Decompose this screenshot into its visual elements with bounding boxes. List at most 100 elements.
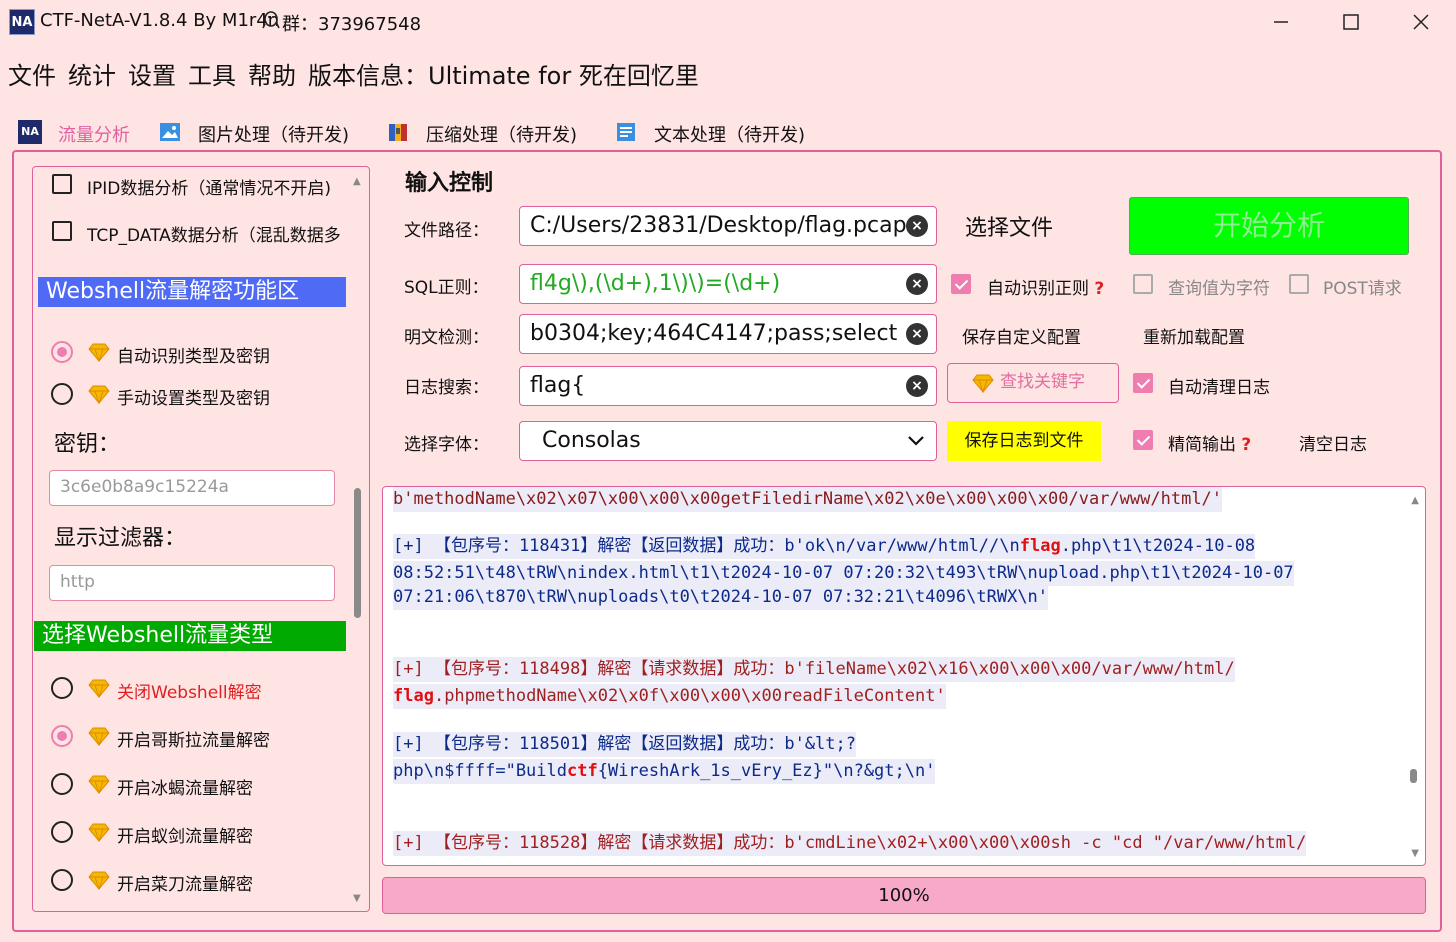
save-log-button[interactable]: 保存日志到文件 bbox=[947, 421, 1101, 461]
tab-text-processing[interactable]: 文本处理（待开发) bbox=[614, 118, 824, 150]
log-line: php\n$ffff="Buildctf{WireshArk_1s_vEry_E… bbox=[393, 759, 936, 784]
plaintext-detect-input[interactable]: b0304;key;464C4147;pass;select × bbox=[519, 314, 937, 354]
maximize-icon[interactable] bbox=[1336, 8, 1366, 36]
query-char-checkbox[interactable] bbox=[1133, 274, 1153, 294]
webshell-off-radio[interactable] bbox=[51, 677, 73, 699]
scroll-down-arrow-icon[interactable]: ▼ bbox=[1411, 848, 1419, 859]
file-path-label: 文件路径： bbox=[404, 221, 489, 241]
auto-clear-log-label: 自动清理日志 bbox=[1168, 378, 1270, 398]
compact-output-checkbox[interactable] bbox=[1133, 430, 1153, 450]
tab-image-processing[interactable]: 图片处理（待开发) bbox=[158, 118, 358, 150]
key-title: 密钥： bbox=[54, 432, 121, 457]
plaintext-detect-value: b0304;key;464C4147;pass;select bbox=[530, 321, 898, 346]
clear-icon[interactable]: × bbox=[906, 323, 928, 345]
behinder-radio[interactable] bbox=[51, 773, 73, 795]
manual-set-radio[interactable] bbox=[51, 383, 73, 405]
log-line: 07:21:06\t870\tRW\nuploads\t0\t2024-10-0… bbox=[393, 585, 1049, 610]
close-icon[interactable] bbox=[1406, 8, 1436, 36]
save-config-button[interactable]: 保存自定义配置 bbox=[962, 323, 1081, 348]
compact-output-label: 精简输出 ? bbox=[1168, 435, 1252, 455]
diamond-icon bbox=[88, 775, 110, 794]
log-line: b'methodName\x02\x07\x00\x00\x00getFiled… bbox=[393, 487, 1223, 512]
tcp-data-analysis-checkbox[interactable] bbox=[52, 221, 72, 241]
app-logo: NA bbox=[9, 9, 35, 35]
reload-config-button[interactable]: 重新加载配置 bbox=[1143, 323, 1245, 348]
key-input[interactable]: 3c6e0b8a9c15224a bbox=[49, 470, 335, 506]
clear-icon[interactable]: × bbox=[906, 375, 928, 397]
log-line: [+] 【包序号：118528】解密【请求数据】成功：b'cmdLine\x02… bbox=[393, 831, 1307, 856]
ipid-analysis-checkbox[interactable] bbox=[52, 174, 72, 194]
scroll-thumb[interactable] bbox=[354, 488, 361, 618]
input-control-heading: 输入控制 bbox=[405, 171, 494, 196]
qq-penguin-icon bbox=[262, 11, 280, 29]
progress-text: 100% bbox=[878, 885, 930, 906]
font-select[interactable]: Consolas bbox=[519, 421, 937, 461]
font-select-label: 选择字体： bbox=[404, 435, 489, 455]
sql-regex-input[interactable]: fl4g\),(\d+),1\)\)=(\d+) × bbox=[519, 264, 937, 304]
menu-settings[interactable]: 设置 bbox=[128, 56, 176, 91]
clear-icon[interactable]: × bbox=[906, 273, 928, 295]
help-icon[interactable]: ? bbox=[1241, 435, 1251, 455]
display-filter-input[interactable]: http bbox=[49, 565, 335, 601]
log-output[interactable]: b'methodName\x02\x07\x00\x00\x00getFiled… bbox=[382, 486, 1426, 866]
menu-version-info[interactable]: 版本信息：Ultimate for 死在回忆里 bbox=[308, 56, 699, 91]
diamond-icon bbox=[88, 823, 110, 842]
log-scroll-thumb[interactable] bbox=[1410, 769, 1417, 783]
menu-file[interactable]: 文件 bbox=[8, 56, 56, 91]
behinder-label: 开启冰蝎流量解密 bbox=[117, 779, 253, 799]
tcp-data-analysis-label: TCP_DATA数据分析（混乱数据多 bbox=[87, 226, 341, 246]
query-char-label: 查询值为字符 bbox=[1168, 279, 1270, 299]
plaintext-detect-label: 明文检测： bbox=[404, 328, 489, 348]
left-panel-scrollbar[interactable]: ▲ ▼ bbox=[350, 170, 366, 910]
minimize-icon[interactable] bbox=[1266, 8, 1296, 36]
auto-detect-radio[interactable] bbox=[51, 341, 73, 363]
chopper-radio[interactable] bbox=[51, 869, 73, 891]
tab-traffic-analysis[interactable]: NA 流量分析 bbox=[18, 118, 130, 154]
tab-archive-processing[interactable]: 压缩处理（待开发) bbox=[386, 118, 596, 150]
diamond-icon bbox=[88, 871, 110, 890]
auto-clear-log-checkbox[interactable] bbox=[1133, 373, 1153, 393]
diamond-icon bbox=[972, 374, 994, 393]
post-request-label: POST请求 bbox=[1323, 279, 1402, 299]
choose-file-button[interactable]: 选择文件 bbox=[965, 210, 1053, 242]
font-select-value: Consolas bbox=[542, 428, 641, 453]
log-line: flag.phpmethodName\x02\x0f\x00\x00\x00re… bbox=[393, 684, 946, 709]
find-keyword-button[interactable]: 查找关键字 bbox=[947, 363, 1119, 403]
godzilla-radio[interactable] bbox=[51, 725, 73, 747]
sql-regex-value: fl4g\),(\d+),1\)\)=(\d+) bbox=[530, 271, 781, 296]
post-request-checkbox[interactable] bbox=[1289, 274, 1309, 294]
diamond-icon bbox=[88, 727, 110, 746]
file-path-input[interactable]: C:/Users/23831/Desktop/flag.pcap × bbox=[519, 206, 937, 246]
scroll-up-arrow-icon[interactable]: ▲ bbox=[353, 176, 361, 187]
qq-group-text: 群：373967548 bbox=[282, 14, 422, 35]
start-analysis-button[interactable]: 开始分析 bbox=[1129, 197, 1409, 255]
help-icon[interactable]: ? bbox=[1094, 279, 1104, 299]
na-logo-icon: NA bbox=[18, 120, 42, 144]
scroll-down-arrow-icon[interactable]: ▼ bbox=[353, 893, 361, 904]
sql-regex-label: SQL正则： bbox=[404, 278, 489, 298]
clear-icon[interactable]: × bbox=[906, 215, 928, 237]
log-search-input[interactable]: flag{ × bbox=[519, 366, 937, 406]
image-icon bbox=[160, 123, 180, 141]
antsword-radio[interactable] bbox=[51, 821, 73, 843]
log-line: [+] 【包序号：118431】解密【返回数据】成功：b'ok\n/var/ww… bbox=[393, 534, 1256, 559]
log-search-label: 日志搜索： bbox=[404, 378, 489, 398]
webshell-type-section-header: 选择Webshell流量类型 bbox=[34, 621, 346, 651]
menu-stats[interactable]: 统计 bbox=[68, 56, 116, 91]
auto-detect-label: 自动识别类型及密钥 bbox=[117, 347, 270, 367]
menu-tools[interactable]: 工具 bbox=[188, 56, 236, 91]
diamond-icon bbox=[88, 679, 110, 698]
log-line: 08:52:51\t48\tRW\nindex.html\t1\t2024-10… bbox=[393, 561, 1294, 586]
archive-icon bbox=[389, 124, 407, 141]
ipid-analysis-label: IPID数据分析（通常情况不开启) bbox=[87, 179, 332, 199]
auto-regex-checkbox[interactable] bbox=[951, 274, 971, 294]
chopper-label: 开启菜刀流量解密 bbox=[117, 875, 253, 895]
manual-set-label: 手动设置类型及密钥 bbox=[117, 389, 270, 409]
clear-log-button[interactable]: 清空日志 bbox=[1299, 430, 1367, 455]
log-line: [+] 【包序号：118498】解密【请求数据】成功：b'fileName\x0… bbox=[393, 657, 1235, 682]
log-line: [+] 【包序号：118501】解密【返回数据】成功：b'&lt;? bbox=[393, 732, 856, 757]
menu-help[interactable]: 帮助 bbox=[248, 56, 296, 91]
tab-bar: NA 流量分析 图片处理（待开发) 压缩处理（待开发) 文本处理（待开发) bbox=[0, 110, 1456, 154]
scroll-up-arrow-icon[interactable]: ▲ bbox=[1411, 495, 1419, 506]
webshell-off-label: 关闭Webshell解密 bbox=[117, 683, 262, 703]
